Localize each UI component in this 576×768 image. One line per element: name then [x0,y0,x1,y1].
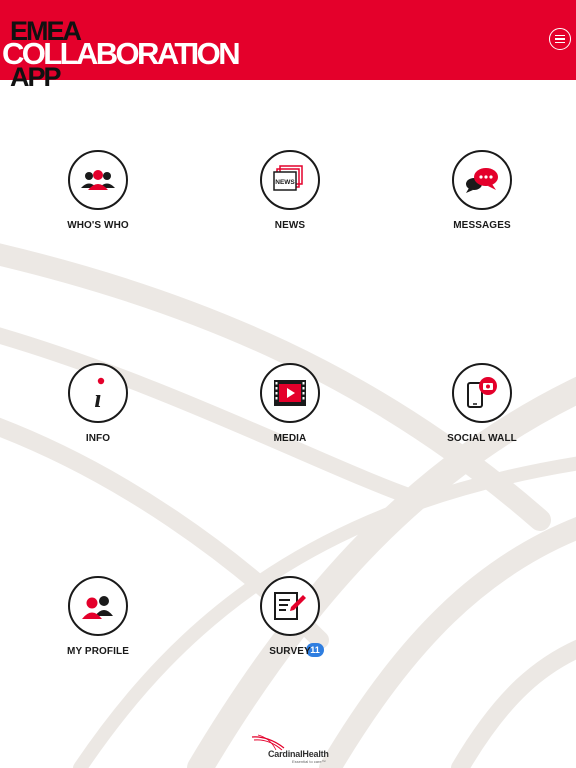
app-logo: EMEA COLLABORATION APP [0,0,260,91]
tile-label: SURVEY [269,646,311,657]
profile-pair-icon [82,596,113,619]
footer-brand-name: CardinalHealth [268,749,329,759]
tile-label: SOCIAL WALL [447,433,517,444]
tile-messages[interactable]: MESSAGES [412,150,552,250]
survey-pen-icon [274,592,306,620]
hamburger-menu-icon[interactable] [549,28,571,50]
survey-icon-circle [260,576,320,636]
tile-label: MEDIA [273,433,307,444]
news-icon-circle: NEWS [260,150,320,210]
my-profile-icon-circle [68,576,128,636]
tile-label: MY PROFILE [67,646,129,657]
tile-my-profile[interactable]: MY PROFILE [28,576,168,676]
svg-text:ı: ı [94,384,101,413]
tile-info[interactable]: ı INFO [28,363,168,463]
tile-label: MESSAGES [453,220,511,231]
tile-label: NEWS [274,220,306,231]
news-icon: NEWS [273,165,303,191]
svg-text:NEWS: NEWS [275,179,295,186]
tile-social-wall[interactable]: SOCIAL WALL [412,363,552,463]
chat-bubbles-icon [466,168,498,193]
media-icon-circle [260,363,320,423]
tile-news[interactable]: NEWS NEWS [220,150,360,250]
info-icon: ı [94,377,105,413]
social-wall-icon-circle [452,363,512,423]
app-header: EMEA COLLABORATION APP [0,0,576,91]
people-group-icon [81,170,115,190]
tile-label: INFO [85,433,111,444]
info-icon-circle: ı [68,363,128,423]
messages-icon-circle [452,150,512,210]
tile-label: WHO'S WHO [67,220,129,231]
phone-camera-icon [467,377,497,408]
cardinal-health-logo: CardinalHealth Essential to care™ [248,734,332,764]
tile-whos-who[interactable]: WHO'S WHO [28,150,168,250]
whos-who-icon-circle [68,150,128,210]
video-play-icon [274,380,306,406]
tile-media[interactable]: MEDIA [220,363,360,463]
tile-survey[interactable]: 11 SURVEY [220,576,360,676]
footer-tagline: Essential to care™ [292,759,326,764]
